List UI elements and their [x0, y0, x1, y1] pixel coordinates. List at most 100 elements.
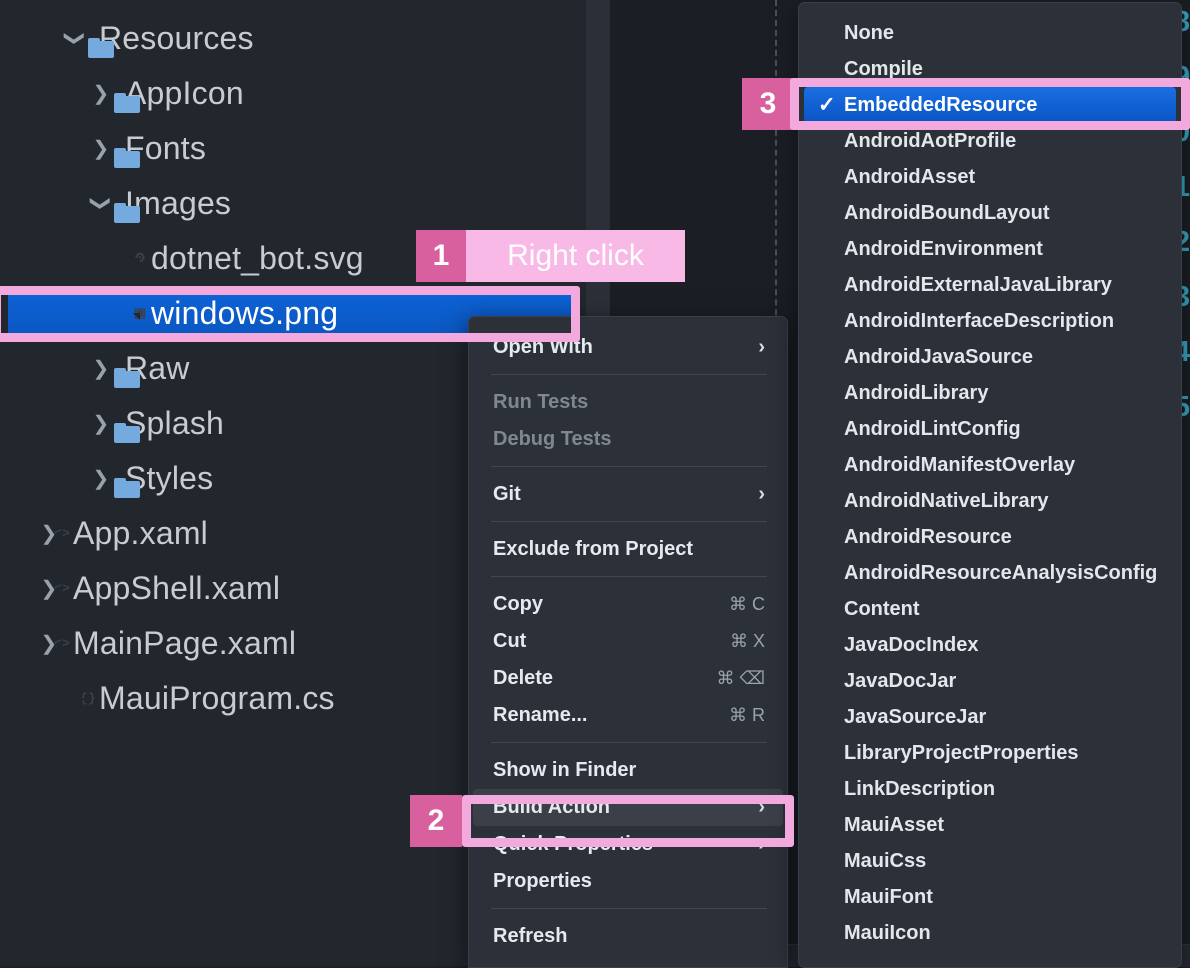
build-action-option-label: AndroidLibrary — [844, 381, 989, 404]
menu-item-cut[interactable]: Cut ⌘ X — [473, 623, 783, 660]
build-action-option-javasourcejar[interactable]: JavaSourceJar — [804, 699, 1176, 735]
build-action-option-label: LinkDescription — [844, 777, 996, 800]
step-badge-2: 2 — [410, 795, 462, 847]
build-action-option-none[interactable]: None — [804, 15, 1176, 51]
step-badge-3: 3 — [742, 78, 794, 130]
build-action-option-libraryprojectproperties[interactable]: LibraryProjectProperties — [804, 735, 1176, 771]
build-action-option-label: Compile — [844, 57, 923, 80]
build-action-option-javadocindex[interactable]: JavaDocIndex — [804, 627, 1176, 663]
build-action-option-mauifont[interactable]: MauiFont — [804, 879, 1176, 915]
chevron-right-icon[interactable]: ❯ — [88, 411, 114, 436]
menu-separator — [491, 521, 767, 522]
build-action-option-androidresourceanalysisconfig[interactable]: AndroidResourceAnalysisConfig — [804, 555, 1176, 591]
menu-item-label: Show in Finder — [493, 759, 637, 781]
tree-item-label: Resources — [99, 19, 254, 56]
chevron-down-icon[interactable]: ❯ — [89, 190, 114, 216]
menu-item-delete[interactable]: Delete ⌘ ⌫ — [473, 660, 783, 697]
file-context-menu[interactable]: Open With › Run Tests Debug Tests Git › Exclud… — [468, 316, 788, 968]
build-action-option-mauicss[interactable]: MauiCss — [804, 843, 1176, 879]
menu-item-label: Exclude from Project — [493, 538, 694, 560]
build-action-option-androidlintconfig[interactable]: AndroidLintConfig — [804, 411, 1176, 447]
build-action-option-label: MauiIcon — [844, 921, 931, 944]
tree-item-fonts[interactable]: ❯ Fonts — [0, 122, 586, 174]
menu-item-run-tests: Run Tests — [473, 384, 783, 421]
chevron-right-icon[interactable]: ❯ — [88, 81, 114, 106]
build-action-option-linkdescription[interactable]: LinkDescription — [804, 771, 1176, 807]
menu-item-label: Properties — [493, 870, 592, 892]
menu-item-label: Open With — [493, 336, 593, 358]
build-action-option-label: AndroidEnvironment — [844, 237, 1043, 260]
menu-item-exclude-from-project[interactable]: Exclude from Project — [473, 531, 783, 568]
build-action-option-label: MauiFont — [844, 885, 933, 908]
chevron-right-icon[interactable]: ❯ — [88, 466, 114, 491]
menu-item-label: Refresh — [493, 925, 568, 947]
build-action-option-androidasset[interactable]: AndroidAsset — [804, 159, 1176, 195]
chevron-down-icon[interactable]: ❯ — [63, 25, 88, 51]
menu-item-debug-tests: Debug Tests — [473, 421, 783, 458]
chevron-right-icon: › — [758, 796, 765, 818]
build-action-option-androidlibrary[interactable]: AndroidLibrary — [804, 375, 1176, 411]
build-action-option-mauiasset[interactable]: MauiAsset — [804, 807, 1176, 843]
menu-item-build-action[interactable]: Build Action › — [473, 789, 783, 826]
build-action-option-content[interactable]: Content — [804, 591, 1176, 627]
build-action-option-label: AndroidAotProfile — [844, 129, 1017, 152]
chevron-right-icon: › — [758, 483, 765, 505]
build-action-option-androidmanifestoverlay[interactable]: AndroidManifestOverlay — [804, 447, 1176, 483]
step-badge-1: 1 — [416, 230, 466, 282]
build-action-option-compile[interactable]: Compile — [804, 51, 1176, 87]
build-action-option-androidnativelibrary[interactable]: AndroidNativeLibrary — [804, 483, 1176, 519]
build-action-option-androidexternaljavalibrary[interactable]: AndroidExternalJavaLibrary — [804, 267, 1176, 303]
menu-item-open-with[interactable]: Open With › — [473, 329, 783, 366]
build-action-option-androidaotprofile[interactable]: AndroidAotProfile — [804, 123, 1176, 159]
tree-item-images[interactable]: ❯ Images — [0, 177, 586, 229]
menu-item-label: Git — [493, 483, 521, 505]
menu-item-properties[interactable]: Properties — [473, 863, 783, 900]
build-action-submenu[interactable]: None Compile ✓ EmbeddedResource AndroidAotPr… — [798, 2, 1182, 968]
build-action-option-androidjavasource[interactable]: AndroidJavaSource — [804, 339, 1176, 375]
menu-item-label: Delete — [493, 667, 554, 689]
menu-item-shortcut: ⌘ ⌫ — [716, 668, 765, 688]
build-action-option-label: AndroidResource — [844, 525, 1012, 548]
menu-item-copy[interactable]: Copy ⌘ C — [473, 586, 783, 623]
menu-item-label: Build Action — [493, 796, 611, 818]
tree-item-label: dotnet_bot.svg — [151, 239, 364, 276]
tree-item-label: AppIcon — [125, 74, 244, 111]
menu-item-git[interactable]: Git › — [473, 476, 783, 513]
build-action-option-label: AndroidLintConfig — [844, 417, 1021, 440]
checkmark-icon: ✓ — [818, 93, 836, 117]
build-action-option-androidinterfacedescription[interactable]: AndroidInterfaceDescription — [804, 303, 1176, 339]
build-action-option-androidenvironment[interactable]: AndroidEnvironment — [804, 231, 1176, 267]
menu-item-label: Copy — [493, 593, 543, 615]
tree-item-label: MainPage.xaml — [73, 624, 297, 661]
menu-item-show-in-finder[interactable]: Show in Finder — [473, 752, 783, 789]
menu-item-label: Run Tests — [493, 391, 589, 413]
build-action-option-androidresource[interactable]: AndroidResource — [804, 519, 1176, 555]
build-action-option-label: AndroidExternalJavaLibrary — [844, 273, 1112, 296]
chevron-right-icon[interactable]: ❯ — [88, 356, 114, 381]
build-action-option-embeddedresource[interactable]: ✓ EmbeddedResource — [804, 87, 1176, 123]
build-action-option-label: EmbeddedResource — [844, 93, 1038, 116]
menu-separator — [491, 742, 767, 743]
menu-item-label: Cut — [493, 630, 527, 652]
menu-item-shortcut: ⌘ X — [729, 631, 765, 651]
chevron-right-icon: › — [758, 833, 765, 855]
menu-item-rename-[interactable]: Rename... ⌘ R — [473, 697, 783, 734]
build-action-option-androidboundlayout[interactable]: AndroidBoundLayout — [804, 195, 1176, 231]
build-action-option-label: MauiCss — [844, 849, 927, 872]
menu-separator — [491, 466, 767, 467]
tree-item-label: App.xaml — [73, 514, 208, 551]
menu-item-shortcut: ⌘ C — [729, 594, 765, 614]
build-action-option-label: AndroidJavaSource — [844, 345, 1033, 368]
menu-item-quick-properties[interactable]: Quick Properties › — [473, 826, 783, 863]
tree-item-appicon[interactable]: ❯ AppIcon — [0, 67, 586, 119]
menu-item-refresh[interactable]: Refresh — [473, 918, 783, 955]
build-action-option-javadocjar[interactable]: JavaDocJar — [804, 663, 1176, 699]
menu-separator — [491, 908, 767, 909]
menu-item-label: Debug Tests — [493, 428, 612, 450]
chevron-right-icon[interactable]: ❯ — [88, 136, 114, 161]
build-action-option-label: AndroidInterfaceDescription — [844, 309, 1115, 332]
menu-item-shortcut: ⌘ R — [729, 705, 765, 725]
tree-item-resources[interactable]: ❯ Resources — [0, 12, 586, 64]
build-action-option-mauiicon[interactable]: MauiIcon — [804, 915, 1176, 951]
build-action-option-label: MauiAsset — [844, 813, 945, 836]
